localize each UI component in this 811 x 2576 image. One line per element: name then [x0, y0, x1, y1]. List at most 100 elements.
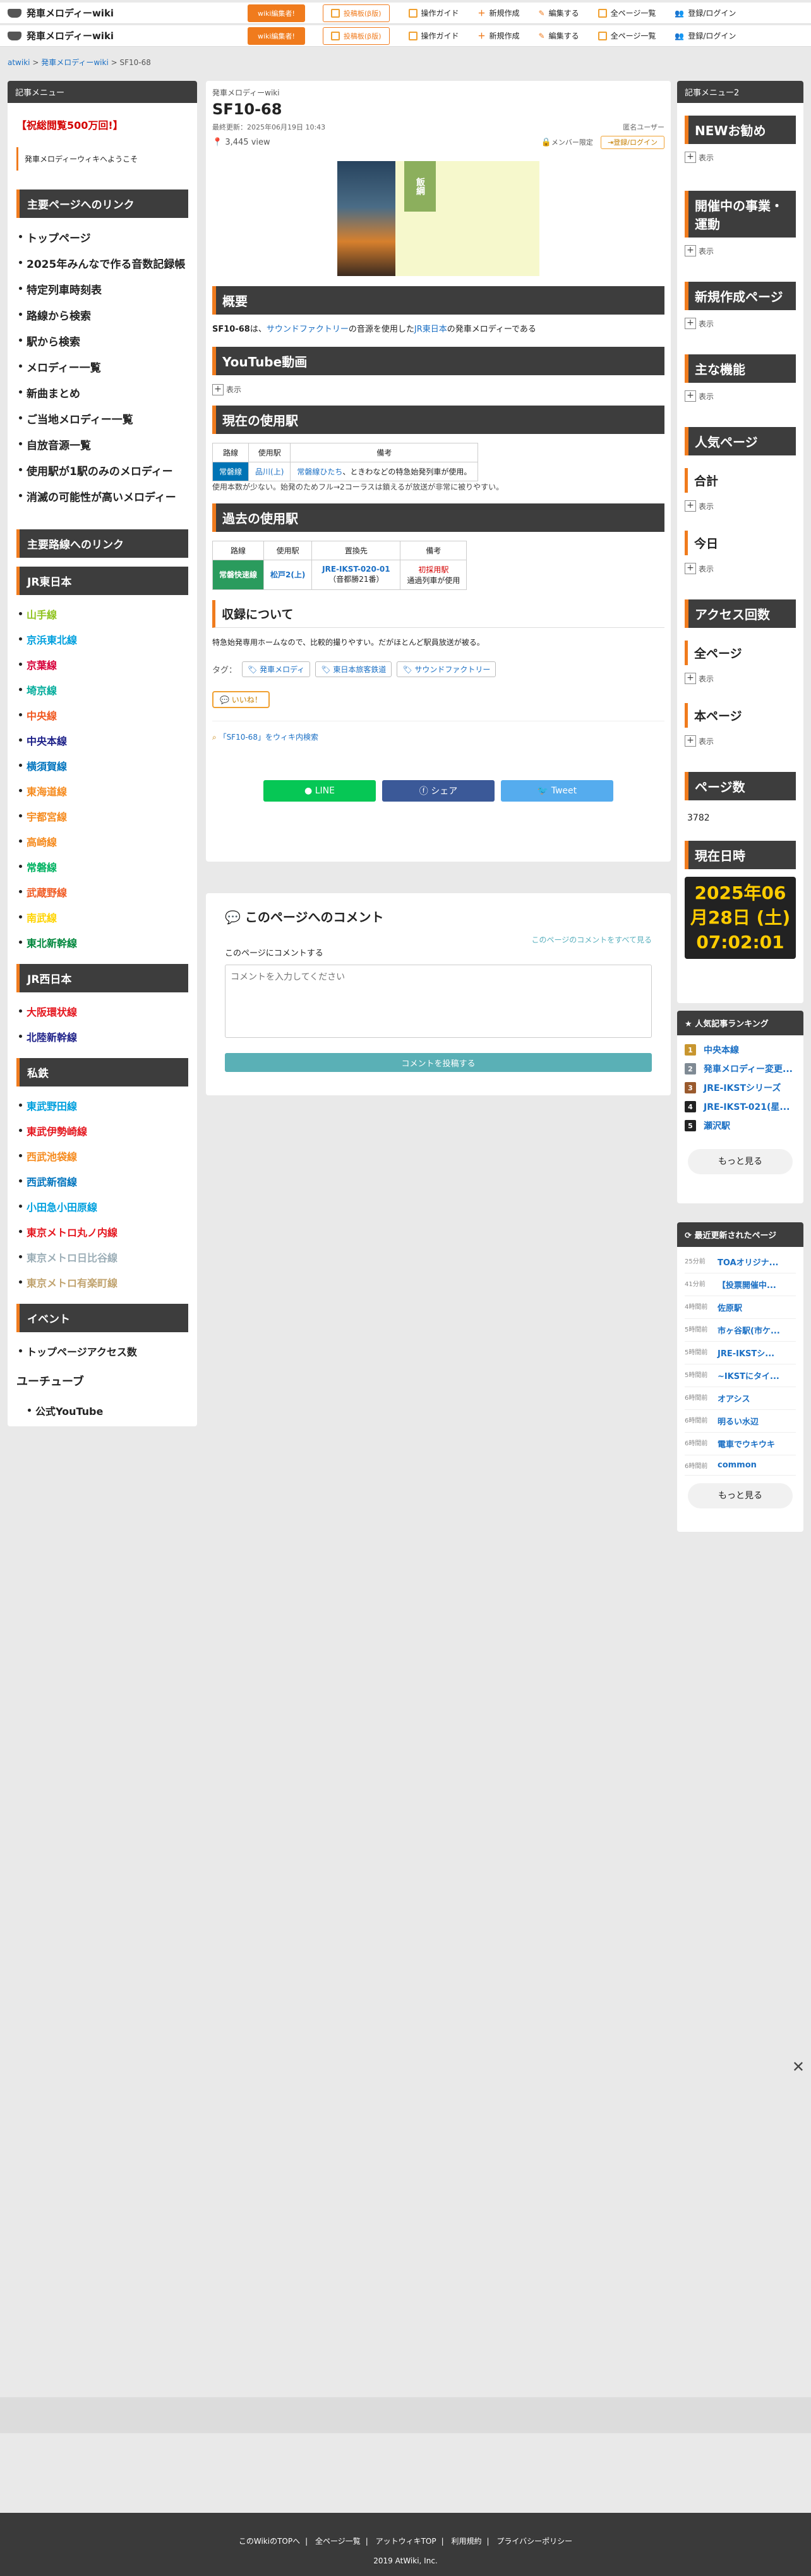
- close-icon[interactable]: ✕: [792, 2058, 805, 2076]
- main-link-item[interactable]: 消滅の可能性が高いメロディー: [16, 483, 188, 509]
- line-link-item[interactable]: 高崎線: [16, 829, 188, 854]
- site-logo-sticky[interactable]: 発車メロディーwiki: [8, 29, 248, 42]
- youtube-link[interactable]: 公式YouTube: [25, 1398, 188, 1423]
- show-toggle[interactable]: + 表示: [685, 318, 714, 329]
- show-toggle[interactable]: + 表示: [685, 673, 714, 684]
- nav-guide[interactable]: 操作ガイド: [408, 8, 459, 18]
- line-link-item[interactable]: 東京メトロ有楽町線: [16, 1270, 188, 1295]
- line-link-item[interactable]: 北陸新幹線: [16, 1024, 188, 1049]
- main-link-item[interactable]: トップページ: [16, 224, 188, 250]
- line-link-item[interactable]: 京葉線: [16, 652, 188, 677]
- line-link-item[interactable]: 東京メトロ丸ノ内線: [16, 1219, 188, 1244]
- recent-item[interactable]: 25分前 TOAオリジナ...: [685, 1251, 796, 1273]
- main-link-item[interactable]: 路線から検索: [16, 302, 188, 328]
- recent-item[interactable]: 41分前 【投票開催中...: [685, 1273, 796, 1296]
- line-link-item[interactable]: 宇都宮線: [16, 803, 188, 829]
- line-share-button[interactable]: ● LINE: [263, 780, 376, 802]
- main-link-item[interactable]: メロディー一覧: [16, 354, 188, 380]
- footer-link[interactable]: このWikiのTOPへ: [239, 2537, 300, 2546]
- jr-east-link[interactable]: JR東日本: [414, 325, 447, 334]
- line-link-item[interactable]: 東京メトロ日比谷線: [16, 1244, 188, 1270]
- nav-all-pages[interactable]: 全ページ一覧: [598, 30, 656, 41]
- replace-link[interactable]: JRE-IKST-020-01: [322, 565, 390, 574]
- recent-item[interactable]: 4時間前 佐原駅: [685, 1296, 796, 1319]
- line-link-item[interactable]: 東武伊勢崎線: [16, 1118, 188, 1143]
- facebook-share-button[interactable]: ⓕ シェア: [382, 780, 495, 802]
- comment-submit-button[interactable]: コメントを投稿する: [225, 1053, 652, 1072]
- nav-create[interactable]: ＋新規作成: [478, 8, 520, 18]
- hitachi-link[interactable]: 常磐線ひたち: [297, 467, 342, 476]
- show-toggle[interactable]: + 表示: [685, 735, 714, 747]
- line-link-item[interactable]: 山手線: [16, 601, 188, 627]
- nav-login[interactable]: 👥 登録/ログイン: [675, 30, 736, 41]
- wiki-search[interactable]: ⌕ 「SF10-68」をウィキ内検索: [212, 721, 664, 742]
- show-toggle[interactable]: + 表示: [685, 500, 714, 512]
- all-comments-link[interactable]: このページのコメントをすべて見る: [225, 934, 652, 945]
- line-link-item[interactable]: 西武池袋線: [16, 1143, 188, 1169]
- recent-item[interactable]: 5時間前 ~IKSTにタイ...: [685, 1364, 796, 1387]
- line-link-item[interactable]: 大阪環状線: [16, 999, 188, 1024]
- ranking-more-button[interactable]: もっと見る: [688, 1149, 793, 1174]
- line-link-item[interactable]: 小田急小田原線: [16, 1194, 188, 1219]
- event-item[interactable]: トップページアクセス数: [16, 1339, 188, 1364]
- tag-item[interactable]: 🏷 サウンドファクトリー: [397, 661, 496, 678]
- main-link-item[interactable]: 自放音源一覧: [16, 431, 188, 457]
- footer-link[interactable]: プライバシーポリシー: [496, 2537, 572, 2546]
- line-link-item[interactable]: 東武野田線: [16, 1093, 188, 1118]
- ranking-item[interactable]: 1 中央本線: [685, 1040, 796, 1059]
- recent-item[interactable]: 6時間前 オアシス: [685, 1387, 796, 1410]
- main-link-item[interactable]: 使用駅が1駅のみのメロディー: [16, 457, 188, 483]
- show-toggle[interactable]: + 表示: [685, 390, 714, 402]
- station-link[interactable]: 松戸2(上): [270, 570, 305, 579]
- ranking-item[interactable]: 5 瀬沢駅: [685, 1116, 796, 1135]
- line-link-item[interactable]: 武蔵野線: [16, 879, 188, 905]
- entry-form-button[interactable]: 投稿板(β版): [322, 27, 390, 45]
- site-logo[interactable]: 発車メロディーwiki: [8, 6, 248, 20]
- nav-edit[interactable]: ✎ 編集する: [539, 8, 579, 18]
- nav-create[interactable]: ＋新規作成: [478, 30, 520, 41]
- sound-factory-link[interactable]: サウンドファクトリー: [267, 325, 349, 334]
- recent-item[interactable]: 5時間前 JRE-IKSTシ...: [685, 1342, 796, 1364]
- tag-item[interactable]: 🏷 発車メロディ: [242, 661, 311, 678]
- comment-input[interactable]: [225, 965, 652, 1038]
- main-link-item[interactable]: ご当地メロディー一覧: [16, 406, 188, 431]
- ranking-item[interactable]: 3 JRE-IKSTシリーズ: [685, 1078, 796, 1097]
- recent-more-button[interactable]: もっと見る: [688, 1483, 793, 1508]
- line-link-item[interactable]: 京浜東北線: [16, 627, 188, 652]
- recent-item[interactable]: 5時間前 市ヶ谷駅(市ケ...: [685, 1319, 796, 1342]
- line-link-item[interactable]: 東海道線: [16, 778, 188, 803]
- footer-link[interactable]: アットウィキTOP: [376, 2537, 436, 2546]
- nav-edit[interactable]: ✎ 編集する: [539, 30, 579, 41]
- recent-item[interactable]: 6時間前 電車でウキウキ: [685, 1433, 796, 1455]
- member-login-button[interactable]: ⇥登録/ログイン: [601, 136, 664, 149]
- station-link[interactable]: 品川(上): [255, 467, 284, 476]
- show-toggle[interactable]: + 表示: [685, 245, 714, 256]
- show-toggle[interactable]: + 表示: [685, 563, 714, 574]
- line-link-item[interactable]: 埼京線: [16, 677, 188, 702]
- main-link-item[interactable]: 特定列車時刻表: [16, 276, 188, 302]
- nav-guide[interactable]: 操作ガイド: [408, 30, 459, 41]
- footer-link[interactable]: 利用規約: [451, 2537, 481, 2546]
- breadcrumb-wiki[interactable]: 発車メロディーwiki: [41, 58, 109, 67]
- nav-login[interactable]: 👥 登録/ログイン: [675, 8, 736, 18]
- show-toggle[interactable]: + 表示: [685, 152, 714, 163]
- line-link-item[interactable]: 南武線: [16, 905, 188, 930]
- main-link-item[interactable]: 2025年みんなで作る音数記録帳: [16, 250, 188, 276]
- entry-form-button[interactable]: 投稿板(β版): [322, 4, 390, 22]
- line-link-item[interactable]: 常磐線: [16, 854, 188, 879]
- main-link-item[interactable]: 駅から検索: [16, 328, 188, 354]
- nav-all-pages[interactable]: 全ページ一覧: [598, 8, 656, 18]
- twitter-share-button[interactable]: 🐦 Tweet: [501, 780, 613, 802]
- breadcrumb-atwiki[interactable]: atwiki: [8, 58, 30, 67]
- editor-recruit-button[interactable]: wiki編集者!: [248, 27, 305, 45]
- line-link-item[interactable]: 横須賀線: [16, 753, 188, 778]
- ranking-item[interactable]: 2 発車メロディー変更...: [685, 1059, 796, 1078]
- line-link-item[interactable]: 東北新幹線: [16, 930, 188, 955]
- main-link-item[interactable]: 新曲まとめ: [16, 380, 188, 406]
- like-button[interactable]: 💬 いいね！: [212, 691, 270, 709]
- recent-item[interactable]: 6時間前 common: [685, 1455, 796, 1476]
- line-link-item[interactable]: 中央線: [16, 702, 188, 728]
- ranking-item[interactable]: 4 JRE-IKST-021(星...: [685, 1097, 796, 1116]
- footer-link[interactable]: 全ページ一覧: [315, 2537, 361, 2546]
- recent-item[interactable]: 6時間前 明るい水辺: [685, 1410, 796, 1433]
